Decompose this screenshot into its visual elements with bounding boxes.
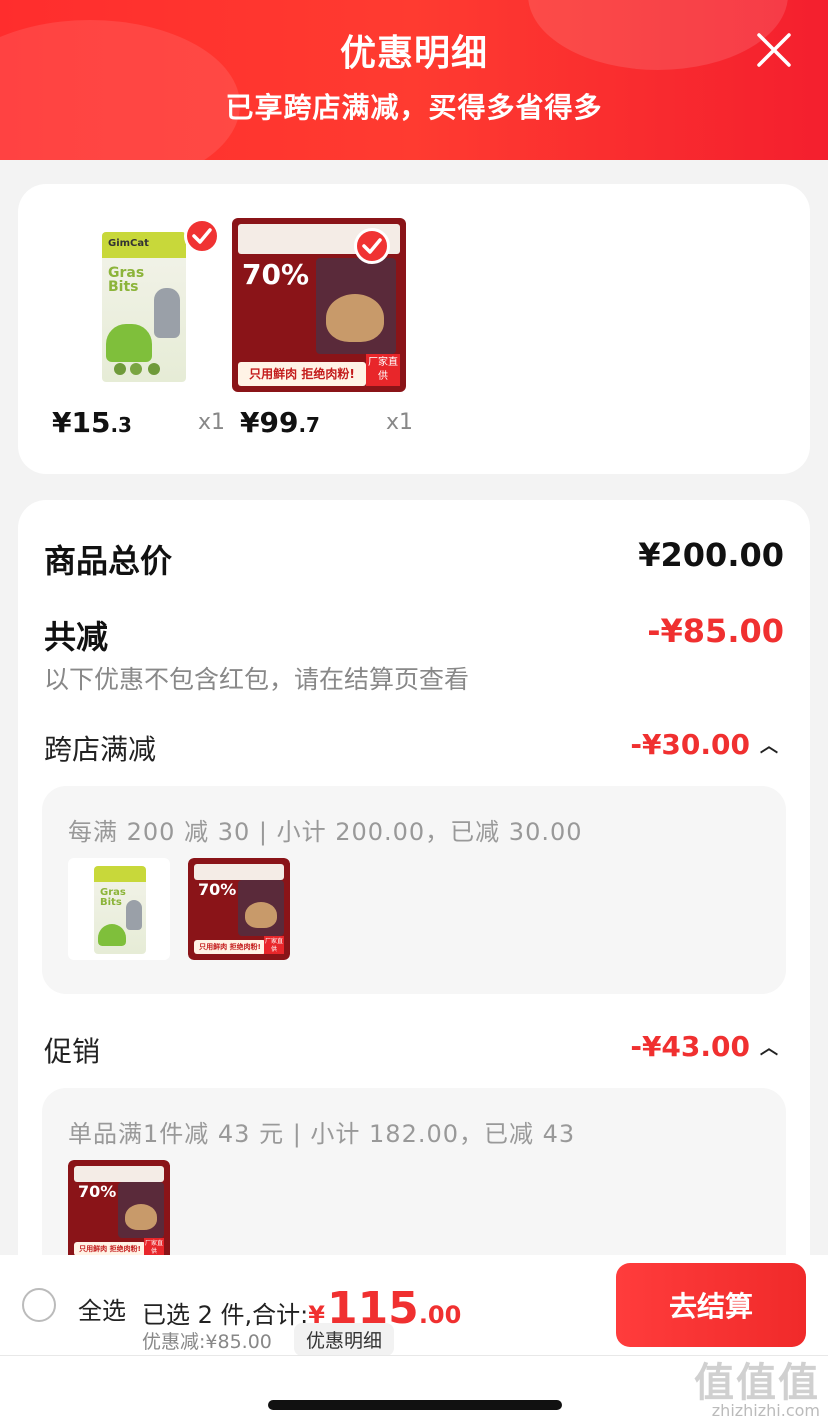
chevron-up-icon[interactable]: ︿ bbox=[760, 732, 778, 758]
product-thumbnail[interactable]: 70% 只用鲜肉 拒绝肉粉! 厂家直供 bbox=[68, 1160, 170, 1262]
cross-store-desc: 每满 200 减 30 | 小计 200.00，已减 30.00 bbox=[68, 818, 583, 846]
product-image[interactable]: 70% 只用鲜肉 拒绝肉粉! 厂家直供 bbox=[232, 218, 406, 392]
select-all-label[interactable]: 全选 bbox=[78, 1291, 126, 1326]
promotion-label: 促销 bbox=[44, 1035, 101, 1068]
product-price: ¥15.3 bbox=[52, 406, 132, 439]
total-reduce-value: -¥85.00 bbox=[647, 612, 784, 650]
product-price: ¥99.7 bbox=[240, 406, 320, 439]
header: 优惠明细 已享跨店满减，买得多省得多 bbox=[0, 0, 828, 160]
chevron-up-icon[interactable]: ︿ bbox=[760, 1034, 778, 1060]
page-subtitle: 已享跨店满减，买得多省得多 bbox=[225, 91, 603, 124]
page-title: 优惠明细 bbox=[339, 33, 488, 74]
total-price-label: 商品总价 bbox=[44, 542, 173, 580]
product-thumbnail[interactable]: Gras Bits bbox=[68, 858, 170, 960]
total-price-value: ¥200.00 bbox=[638, 536, 784, 574]
promotion-value: -¥43.00 bbox=[630, 1030, 750, 1063]
total-reduce-label: 共减 bbox=[44, 618, 109, 656]
watermark-url: zhizhizhi.com bbox=[711, 1401, 820, 1420]
discount-detail-button[interactable]: 优惠明细 bbox=[294, 1323, 395, 1356]
home-indicator[interactable] bbox=[268, 1400, 562, 1410]
total-decimal: .00 bbox=[418, 1301, 462, 1329]
watermark-logo: 值值值 bbox=[694, 1360, 820, 1406]
selected-count-text: 已选 2 件,合计: bbox=[142, 1301, 309, 1329]
cross-store-detail: 每满 200 减 30 | 小计 200.00，已减 30.00 Gras Bit… bbox=[42, 786, 786, 994]
selected-products-card: GimCat Gras Bits ¥15.3 x1 70% 只用鲜肉 拒绝肉粉! … bbox=[18, 184, 810, 474]
cross-store-label: 跨店满减 bbox=[44, 733, 157, 766]
product-item[interactable]: GimCat Gras Bits ¥15.3 x1 bbox=[44, 214, 234, 439]
product-qty: x1 bbox=[386, 410, 414, 435]
promotion-toggle[interactable]: -¥43.00 ︿ bbox=[630, 1030, 778, 1063]
discount-amount: 优惠减:¥85.00 bbox=[142, 1331, 272, 1353]
product-item[interactable]: 70% 只用鲜肉 拒绝肉粉! 厂家直供 ¥99.7 x1 bbox=[232, 214, 422, 439]
checkout-bar: 全选 已选 2 件,合计: ¥ 115 .00 优惠减:¥85.00 优惠明细 … bbox=[0, 1255, 828, 1428]
checkmark-icon[interactable] bbox=[184, 218, 220, 254]
checkmark-icon[interactable] bbox=[354, 228, 390, 264]
checkout-button[interactable]: 去结算 bbox=[616, 1263, 806, 1347]
cross-store-value: -¥30.00 bbox=[630, 728, 750, 761]
close-icon[interactable] bbox=[754, 30, 794, 70]
product-qty: x1 bbox=[198, 410, 226, 435]
discount-note: 以下优惠不包含红包，请在结算页查看 bbox=[44, 665, 470, 694]
cross-store-toggle[interactable]: -¥30.00 ︿ bbox=[630, 728, 778, 761]
product-image[interactable]: GimCat Gras Bits bbox=[44, 214, 224, 394]
promotion-desc: 单品满1件减 43 元 | 小计 182.00，已减 43 bbox=[68, 1120, 576, 1148]
select-all-radio[interactable] bbox=[22, 1288, 56, 1322]
product-thumbnail[interactable]: 70% 只用鲜肉 拒绝肉粉! 厂家直供 bbox=[188, 858, 290, 960]
gimcat-product-image: GimCat Gras Bits bbox=[102, 232, 186, 382]
